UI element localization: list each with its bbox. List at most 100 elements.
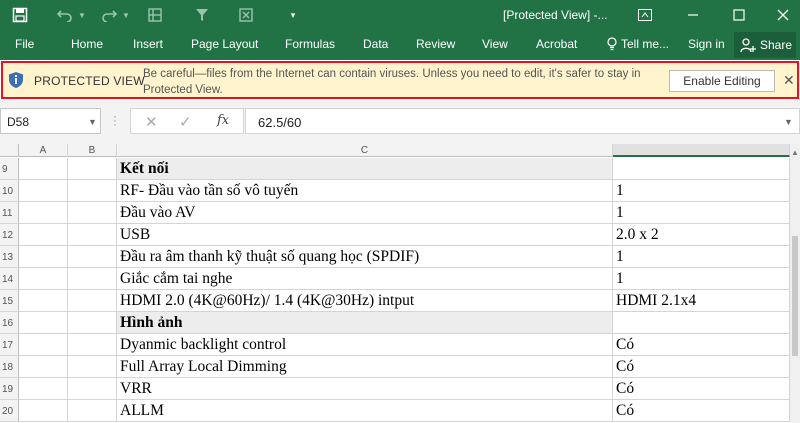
grid-cell[interactable]: Kết nối [117, 158, 613, 180]
tab-page-layout[interactable]: Page Layout [191, 37, 258, 51]
grid-cell[interactable]: Có [613, 334, 790, 356]
row-header[interactable]: 15 [0, 290, 19, 312]
clear-filter-icon[interactable] [236, 0, 256, 30]
grid-cell[interactable]: Giắc cắm tai nghe [117, 268, 613, 290]
tab-review[interactable]: Review [416, 37, 455, 51]
grid-cell[interactable] [68, 158, 117, 180]
grid-cell[interactable] [19, 400, 68, 422]
chevron-down-icon[interactable]: ▼ [88, 117, 97, 127]
maximize-icon[interactable] [722, 0, 756, 30]
grid-cell[interactable]: 2.0 x 2 [613, 224, 790, 246]
grid-cell[interactable] [19, 378, 68, 400]
formula-input[interactable]: 62.5/60 ▼ [245, 108, 800, 134]
sign-in-link[interactable]: Sign in [688, 37, 725, 51]
vertical-scrollbar[interactable]: ▲ [790, 144, 800, 423]
row-header[interactable]: 18 [0, 356, 19, 378]
scroll-up-icon[interactable]: ▲ [791, 148, 799, 157]
grid-cell[interactable] [19, 158, 68, 180]
grid-cell[interactable] [68, 290, 117, 312]
grid-cell[interactable] [19, 246, 68, 268]
grid-cell[interactable]: 1 [613, 268, 790, 290]
grid-cell[interactable] [68, 224, 117, 246]
column-header-a[interactable]: A [19, 144, 68, 157]
grid-cell[interactable] [19, 290, 68, 312]
close-icon[interactable]: ✕ [783, 72, 795, 89]
grid-cell[interactable] [19, 180, 68, 202]
enable-editing-button[interactable]: Enable Editing [669, 70, 775, 92]
grid-cell[interactable]: Có [613, 356, 790, 378]
row-header[interactable]: 11 [0, 202, 19, 224]
grid-cell[interactable] [19, 312, 68, 334]
grid-cell[interactable]: HDMI 2.1x4 [613, 290, 790, 312]
grid-cell[interactable]: Có [613, 378, 790, 400]
grid-cell[interactable] [68, 312, 117, 334]
row-header[interactable]: 17 [0, 334, 19, 356]
grid-cell[interactable] [68, 202, 117, 224]
grid-cell[interactable] [19, 224, 68, 246]
grid-cell[interactable]: VRR [117, 378, 613, 400]
grid-cell[interactable] [68, 180, 117, 202]
row-header[interactable]: 14 [0, 268, 19, 290]
grid-cell[interactable]: Hình ảnh [117, 312, 613, 334]
grid-cell[interactable] [68, 378, 117, 400]
row-header[interactable]: 12 [0, 224, 19, 246]
undo-icon[interactable] [54, 0, 76, 30]
select-all-corner[interactable] [0, 144, 19, 157]
grid-cell[interactable]: USB [117, 224, 613, 246]
grid-cell[interactable] [19, 202, 68, 224]
grid-cell[interactable] [19, 334, 68, 356]
tab-insert[interactable]: Insert [133, 37, 163, 51]
column-header-b[interactable]: B [68, 144, 117, 157]
tell-me-box[interactable]: Tell me... [607, 37, 669, 51]
grid-cell[interactable] [613, 158, 790, 180]
grid-cell[interactable]: Có [613, 400, 790, 422]
filter-icon[interactable] [192, 0, 212, 30]
tab-acrobat[interactable]: Acrobat [536, 37, 577, 51]
grid-cell[interactable] [68, 400, 117, 422]
row-header[interactable]: 10 [0, 180, 19, 202]
grid-cell[interactable] [19, 268, 68, 290]
scrollbar-thumb[interactable] [792, 236, 798, 356]
ribbon-display-options-icon[interactable] [628, 0, 662, 30]
tab-home[interactable]: Home [71, 37, 103, 51]
grid-cell[interactable]: ALLM [117, 400, 613, 422]
grid-cell[interactable] [613, 312, 790, 334]
cancel-icon[interactable]: ✕ [145, 113, 158, 131]
grid-cell[interactable] [68, 356, 117, 378]
enter-check-icon[interactable]: ✓ [179, 113, 192, 131]
insert-function-icon[interactable]: fx [217, 113, 229, 128]
undo-dropdown-icon[interactable]: ▼ [77, 0, 87, 30]
name-box[interactable]: D58 ▼ [0, 108, 101, 134]
grid-cell[interactable] [68, 334, 117, 356]
row-header[interactable]: 19 [0, 378, 19, 400]
grid-cell[interactable]: Đầu ra âm thanh kỹ thuật số quang học (S… [117, 246, 613, 268]
share-button[interactable]: Share [734, 32, 796, 58]
tab-data[interactable]: Data [363, 37, 388, 51]
resize-handle-icon[interactable]: · · · [113, 110, 117, 130]
grid-cell[interactable] [68, 268, 117, 290]
row-header[interactable]: 20 [0, 400, 19, 422]
worksheet-grid[interactable]: A B C 9 Kết nối 10 RF- Đầu vào tần số vô tu… [0, 144, 790, 423]
row-header[interactable]: 9 [0, 158, 19, 180]
redo-icon[interactable] [98, 0, 120, 30]
grid-cell[interactable] [68, 246, 117, 268]
row-header[interactable]: 13 [0, 246, 19, 268]
column-header-d[interactable] [613, 144, 790, 157]
grid-cell[interactable]: Đầu vào AV [117, 202, 613, 224]
minimize-icon[interactable] [676, 0, 710, 30]
tab-formulas[interactable]: Formulas [285, 37, 335, 51]
tab-view[interactable]: View [482, 37, 508, 51]
close-window-icon[interactable] [766, 0, 800, 30]
grid-cell[interactable]: 1 [613, 202, 790, 224]
tab-file[interactable]: File [15, 37, 34, 51]
customize-qat-icon[interactable]: ▾ [286, 0, 300, 30]
grid-cell[interactable] [19, 356, 68, 378]
save-icon[interactable] [8, 0, 32, 30]
column-header-c[interactable]: C [117, 144, 613, 157]
grid-cell[interactable]: Dyanmic backlight control [117, 334, 613, 356]
grid-cell[interactable]: 1 [613, 180, 790, 202]
grid-cell[interactable]: Full Array Local Dimming [117, 356, 613, 378]
grid-cell[interactable]: 1 [613, 246, 790, 268]
freeze-panes-icon[interactable] [145, 0, 165, 30]
redo-dropdown-icon[interactable]: ▼ [121, 0, 131, 30]
